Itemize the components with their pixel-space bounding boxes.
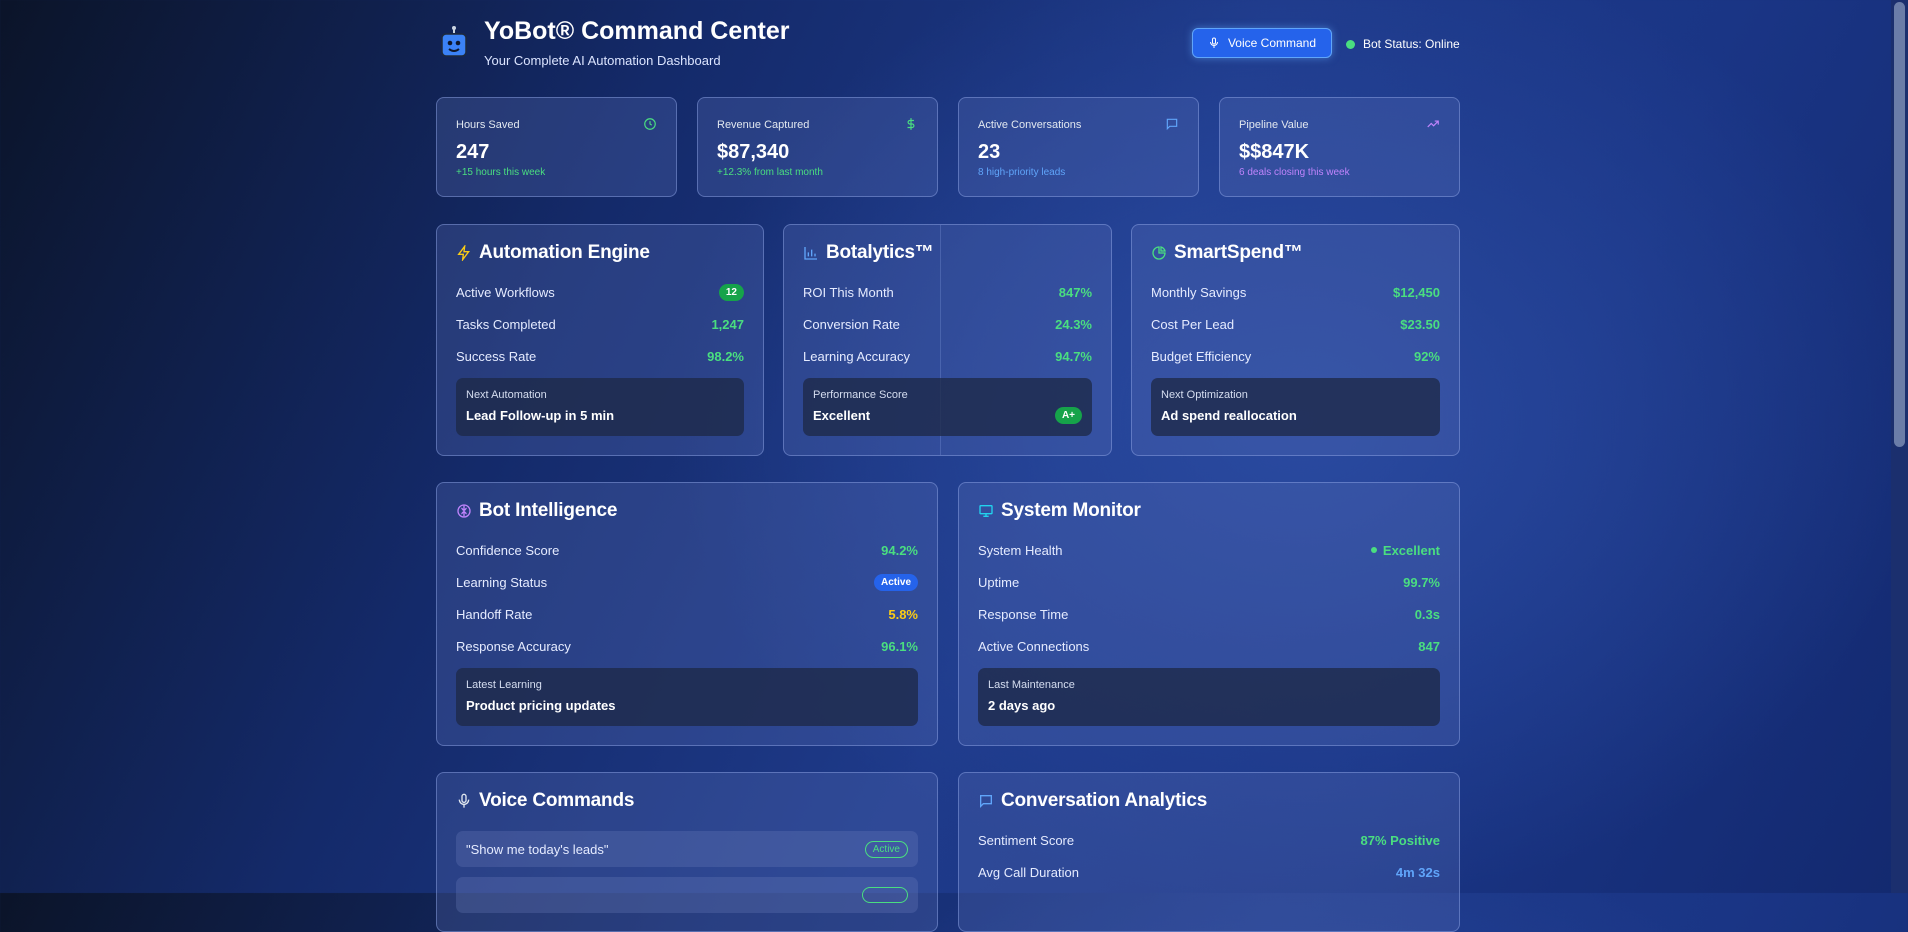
grade-badge: A+ <box>1054 407 1082 424</box>
stat-value: $$847K <box>1239 141 1310 163</box>
budget-efficiency-row: Budget Efficiency 92% <box>1151 348 1440 364</box>
stat-sub: +12.3% from last month <box>717 167 823 178</box>
stat-card-revenue: Revenue Captured $87,340 +12.3% from las… <box>697 97 938 197</box>
learning-status-row: Learning Status Active <box>456 572 918 592</box>
active-workflows-row: Active Workflows 12 <box>456 282 744 302</box>
dollar-icon <box>907 118 915 130</box>
panel-title: SmartSpend™ <box>1151 242 1303 264</box>
system-health-row: System Health Excellent <box>978 542 1440 558</box>
chat-icon <box>1166 118 1178 131</box>
stat-card-hours-saved: Hours Saved 247 +15 hours this week <box>436 97 677 197</box>
health-dot-icon <box>1370 547 1377 553</box>
stat-value: 247 <box>456 141 490 163</box>
voice-command-button[interactable]: Voice Command <box>1192 28 1332 58</box>
status-dot-icon <box>1346 39 1355 49</box>
uptime-row: Uptime 99.7% <box>978 574 1440 590</box>
system-monitor-panel: System Monitor System Health Excellent U… <box>958 482 1460 746</box>
lightning-icon <box>457 245 470 261</box>
last-maintenance-box: Last Maintenance 2 days ago <box>978 668 1440 726</box>
page-subtitle: Your Complete AI Automation Dashboard <box>484 53 721 68</box>
voice-command-item[interactable]: "Show me today's leads" Active <box>456 831 918 867</box>
clock-icon <box>644 118 656 130</box>
microphone-icon <box>1209 37 1218 48</box>
panel-title: Bot Intelligence <box>456 500 617 522</box>
stat-value: 23 <box>978 141 1001 163</box>
smartspend-panel: SmartSpend™ Monthly Savings $12,450 Cost… <box>1131 224 1460 456</box>
panel-title: System Monitor <box>978 500 1141 522</box>
response-accuracy-row: Response Accuracy 96.1% <box>456 638 918 654</box>
panel-title: Botalytics™ <box>803 242 934 264</box>
avg-call-duration-row: Avg Call Duration 4m 32s <box>978 864 1440 880</box>
status-badge <box>862 887 908 903</box>
bot-intelligence-panel: Bot Intelligence Confidence Score 94.2% … <box>436 482 938 746</box>
status-badge: Active <box>864 840 908 858</box>
stat-label: Hours Saved <box>456 119 520 131</box>
botalytics-panel: Botalytics™ ROI This Month 847% Conversi… <box>783 224 1112 456</box>
panel-title: Automation Engine <box>456 242 650 264</box>
stat-sub: +15 hours this week <box>456 167 546 178</box>
page-title: YoBot® Command Center <box>484 17 790 45</box>
voice-command-text: "Show me today's leads" <box>466 841 609 857</box>
status-badge: Active <box>873 573 918 591</box>
response-time-row: Response Time 0.3s <box>978 606 1440 622</box>
tasks-completed-row: Tasks Completed 1,247 <box>456 316 744 332</box>
stat-label: Active Conversations <box>978 119 1082 131</box>
bot-status: Bot Status: Online <box>1346 37 1460 51</box>
trending-up-icon <box>1427 120 1439 128</box>
conversion-rate-row: Conversion Rate 24.3% <box>803 316 1092 332</box>
panel-title: Voice Commands <box>456 790 634 812</box>
stat-label: Pipeline Value <box>1239 119 1309 131</box>
latest-learning-box: Latest Learning Product pricing updates <box>456 668 918 726</box>
performance-score-box: Performance Score Excellent A+ <box>803 378 1092 436</box>
cost-per-lead-row: Cost Per Lead $23.50 <box>1151 316 1440 332</box>
active-connections-row: Active Connections 847 <box>978 638 1440 654</box>
conversation-analytics-panel: Conversation Analytics Sentiment Score 8… <box>958 772 1460 932</box>
brain-icon <box>457 504 471 518</box>
next-automation-box: Next Automation Lead Follow-up in 5 min <box>456 378 744 436</box>
next-optimization-box: Next Optimization Ad spend reallocation <box>1151 378 1440 436</box>
stat-sub: 6 deals closing this week <box>1239 167 1350 178</box>
panel-title: Conversation Analytics <box>978 790 1207 812</box>
chat-icon <box>980 795 992 808</box>
automation-engine-panel: Automation Engine Active Workflows 12 Ta… <box>436 224 764 456</box>
stat-card-pipeline: Pipeline Value $$847K 6 deals closing th… <box>1219 97 1460 197</box>
count-badge: 12 <box>718 283 744 301</box>
microphone-icon <box>458 793 470 808</box>
scrollbar[interactable] <box>1891 0 1908 893</box>
stat-sub: 8 high-priority leads <box>978 167 1066 178</box>
stat-value: $87,340 <box>717 141 790 163</box>
bar-chart-icon <box>804 247 817 260</box>
bot-status-label: Bot Status: Online <box>1363 37 1460 51</box>
voice-commands-panel: Voice Commands "Show me today's leads" A… <box>436 772 938 932</box>
sentiment-score-row: Sentiment Score 87% Positive <box>978 832 1440 848</box>
voice-command-item[interactable] <box>456 877 918 913</box>
scrollbar-thumb[interactable] <box>1894 2 1905 447</box>
monthly-savings-row: Monthly Savings $12,450 <box>1151 284 1440 300</box>
roi-row: ROI This Month 847% <box>803 284 1092 300</box>
stat-label: Revenue Captured <box>717 119 810 131</box>
pie-chart-icon <box>1152 246 1166 260</box>
voice-command-label: Voice Command <box>1227 36 1317 50</box>
header: YoBot® Command Center Your Complete AI A… <box>436 14 1460 74</box>
stat-card-conversations: Active Conversations 23 8 high-priority … <box>958 97 1199 197</box>
monitor-icon <box>979 505 993 517</box>
robot-logo-icon <box>441 26 467 57</box>
learning-accuracy-row: Learning Accuracy 94.7% <box>803 348 1092 364</box>
confidence-score-row: Confidence Score 94.2% <box>456 542 918 558</box>
success-rate-row: Success Rate 98.2% <box>456 348 744 364</box>
handoff-rate-row: Handoff Rate 5.8% <box>456 606 918 622</box>
